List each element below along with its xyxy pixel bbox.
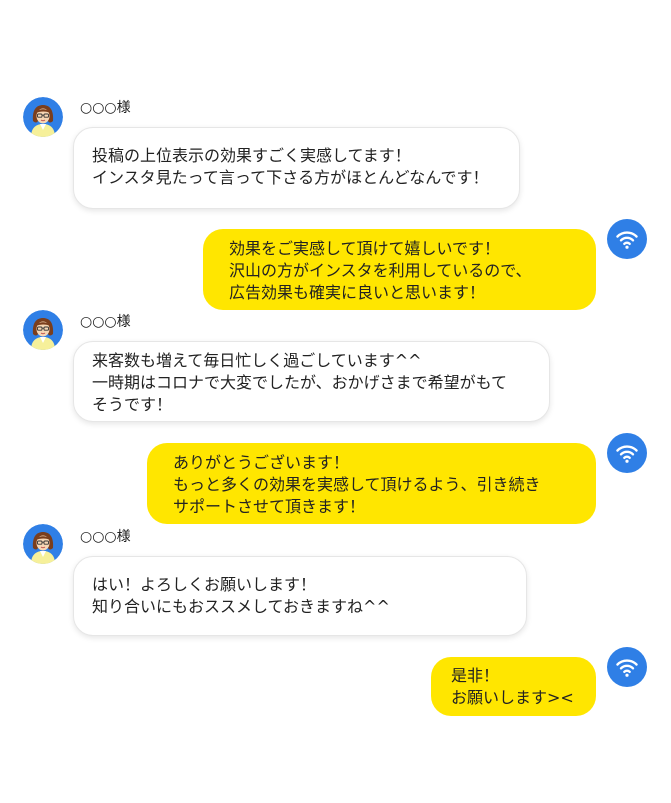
wifi-icon [607, 433, 647, 473]
outgoing-message-bubble: 効果をご実感して頂けて嬉しいです！ 沢山の方がインスタを利用しているので、 広告… [203, 229, 596, 310]
wifi-icon [607, 647, 647, 687]
chat-thread: ○○○様 投稿の上位表示の効果すごく実感してます！ インスタ見たって言って下さる… [0, 0, 671, 803]
sender-name: ○○○様 [80, 100, 131, 116]
wifi-icon [607, 219, 647, 259]
incoming-message-bubble: 来客数も増えて毎日忙しく過ごしています^^ 一時期はコロナで大変でしたが、おかげ… [73, 341, 550, 422]
woman-avatar-icon [23, 524, 63, 564]
outgoing-message-bubble: 是非！ お願いします>< [431, 657, 596, 716]
outgoing-message-bubble: ありがとうございます！ もっと多くの効果を実感して頂けるよう、引き続き サポート… [147, 443, 596, 524]
sender-name: ○○○様 [80, 529, 131, 545]
sender-name: ○○○様 [80, 314, 131, 330]
woman-avatar-icon [23, 310, 63, 350]
incoming-message-bubble: 投稿の上位表示の効果すごく実感してます！ インスタ見たって言って下さる方がほとん… [73, 127, 520, 209]
woman-avatar-icon [23, 97, 63, 137]
incoming-message-bubble: はい！よろしくお願いします！ 知り合いにもおススメしておきますね^^ [73, 556, 527, 636]
